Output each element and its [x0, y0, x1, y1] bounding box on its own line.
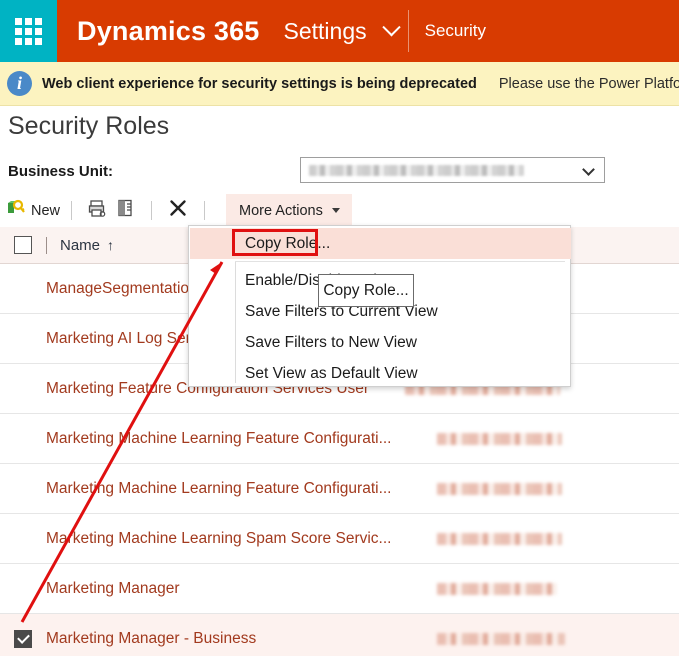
chevron-down-icon [582, 163, 595, 176]
row-checkbox[interactable] [14, 630, 32, 648]
top-navigation-bar: Dynamics 365 Settings Security [0, 0, 679, 62]
table-row[interactable]: Marketing Machine Learning Feature Confi… [0, 414, 679, 464]
more-actions-label: More Actions [239, 203, 323, 219]
banner-headline: Web client experience for security setti… [42, 76, 477, 92]
business-unit-label: Business Unit: [8, 163, 113, 180]
export-to-excel-button[interactable] [112, 194, 140, 227]
menu-icon-rail [235, 262, 236, 383]
sort-ascending-arrow-icon: ↑ [107, 237, 114, 253]
row-redacted-cell [437, 533, 562, 545]
waffle-grid [15, 18, 42, 45]
security-roles-page: Dynamics 365 Settings Security i Web cli… [0, 0, 679, 656]
header-divider [46, 237, 47, 254]
row-redacted-cell [437, 433, 562, 445]
app-launcher-waffle-icon[interactable] [0, 0, 57, 62]
info-circle-icon: i [7, 71, 32, 96]
row-name: Marketing Machine Learning Spam Score Se… [46, 530, 391, 548]
banner-detail: Please use the Power Platform adm [499, 76, 679, 92]
toolbar-divider-2 [151, 201, 152, 220]
row-name: Marketing Machine Learning Feature Confi… [46, 480, 392, 498]
new-security-role-key-icon [6, 199, 26, 222]
business-unit-value-redacted [309, 165, 524, 176]
new-button[interactable]: New [0, 194, 60, 227]
row-redacted-cell [437, 483, 562, 495]
table-row[interactable]: Marketing Machine Learning Spam Score Se… [0, 514, 679, 564]
delete-x-icon [168, 198, 188, 223]
caret-down-icon [332, 208, 340, 213]
deprecation-banner: i Web client experience for security set… [0, 62, 679, 106]
row-redacted-cell [437, 583, 557, 595]
copy-role-tooltip: Copy Role... [318, 274, 414, 307]
new-button-label: New [31, 203, 60, 219]
chevron-down-icon [382, 18, 400, 36]
nav-security[interactable]: Security [409, 0, 496, 62]
export-to-excel-icon [117, 199, 135, 222]
nav-settings[interactable]: Settings [260, 0, 408, 62]
run-report-icon [88, 199, 107, 222]
info-icon-letter: i [17, 73, 22, 94]
nav-settings-label: Settings [284, 18, 367, 45]
more-actions-button[interactable]: More Actions [226, 194, 352, 227]
menu-item-save-filters-new-view[interactable]: Save Filters to New View [245, 334, 417, 352]
toolbar-divider [71, 201, 72, 220]
business-unit-select[interactable] [300, 157, 605, 183]
menu-divider [235, 261, 565, 262]
table-row[interactable]: Marketing Manager [0, 564, 679, 614]
nav-security-label: Security [425, 21, 486, 41]
page-title: Security Roles [8, 112, 169, 141]
delete-button[interactable] [163, 194, 193, 227]
menu-item-copy-role[interactable]: Copy Role... [245, 235, 330, 253]
row-name: Marketing Manager [46, 580, 180, 598]
row-name: Marketing Manager - Business [46, 630, 256, 648]
row-redacted-cell [437, 633, 565, 645]
select-all-checkbox[interactable] [14, 236, 32, 254]
toolbar-divider-3 [204, 201, 205, 220]
table-row[interactable]: Marketing Machine Learning Feature Confi… [0, 464, 679, 514]
row-name: Marketing Machine Learning Feature Confi… [46, 430, 392, 448]
table-row[interactable]: Marketing Manager - Business [0, 614, 679, 656]
row-name: ManageSegmentation [46, 280, 198, 298]
command-toolbar: New [0, 194, 679, 227]
run-report-button[interactable] [83, 194, 112, 227]
menu-item-set-view-default[interactable]: Set View as Default View [245, 365, 418, 383]
brand-title: Dynamics 365 [57, 0, 260, 62]
column-header-name[interactable]: Name [60, 237, 100, 254]
